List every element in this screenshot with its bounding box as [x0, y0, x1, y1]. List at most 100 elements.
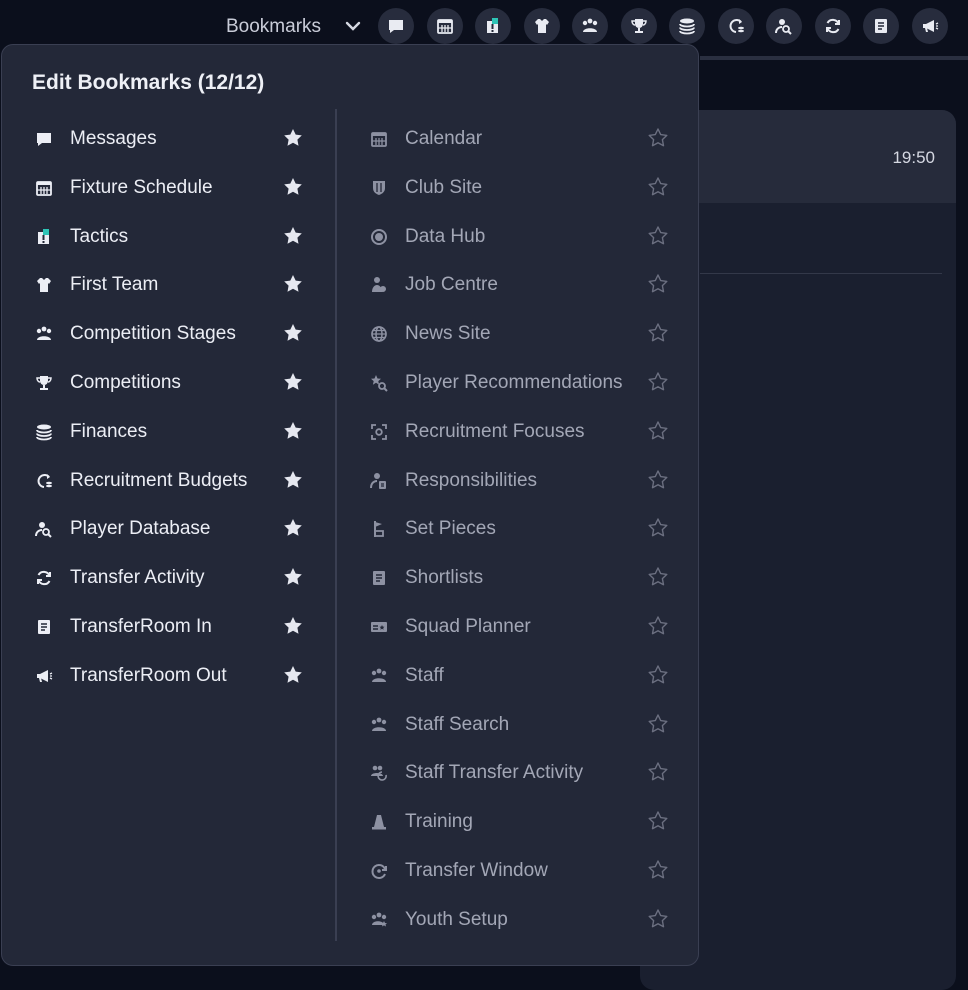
- star-filled-icon[interactable]: [282, 371, 304, 393]
- item-label: Player Database: [70, 518, 211, 540]
- toolbar-refresh-icon[interactable]: [814, 8, 851, 44]
- star-outline-icon[interactable]: [647, 322, 669, 344]
- toolbar-calendar-icon[interactable]: [426, 8, 463, 44]
- star-outline-icon[interactable]: [647, 517, 669, 539]
- competition-stages-icon: [580, 16, 600, 36]
- job-centre-icon: [369, 275, 389, 295]
- star-filled-icon[interactable]: [282, 225, 304, 247]
- item-label: Training: [405, 811, 473, 833]
- available-item-responsibilities[interactable]: Responsibilities: [369, 466, 671, 496]
- toolbar-tactics-icon[interactable]: [475, 8, 511, 44]
- set-pieces-icon: [369, 519, 389, 539]
- bookmark-item-player-database[interactable]: Player Database: [34, 514, 306, 544]
- item-label: Transfer Activity: [70, 567, 205, 589]
- available-item-recruitment-focuses[interactable]: Recruitment Focuses: [369, 417, 671, 447]
- toolbar-trophy-icon[interactable]: [620, 8, 657, 44]
- star-filled-icon[interactable]: [282, 566, 304, 588]
- available-item-data-hub[interactable]: Data Hub: [369, 222, 671, 252]
- available-item-staff-transfer-activity[interactable]: Staff Transfer Activity: [369, 758, 671, 788]
- bookmark-item-tactics[interactable]: Tactics: [34, 222, 306, 252]
- available-item-squad-planner[interactable]: Squad Planner: [369, 612, 671, 642]
- available-item-set-pieces[interactable]: Set Pieces: [369, 514, 671, 544]
- bookmark-item-competition-stages[interactable]: Competition Stages: [34, 319, 306, 349]
- player-search-icon: [34, 519, 54, 539]
- star-filled-icon[interactable]: [282, 469, 304, 491]
- star-outline-icon[interactable]: [647, 859, 669, 881]
- bookmark-item-first-team[interactable]: First Team: [34, 270, 306, 300]
- available-item-club-site[interactable]: Club Site: [369, 173, 671, 203]
- star-filled-icon[interactable]: [282, 273, 304, 295]
- available-item-youth-setup[interactable]: Youth Setup: [369, 905, 671, 935]
- star-outline-icon[interactable]: [647, 761, 669, 783]
- item-label: Player Recommendations: [405, 372, 623, 393]
- bookmark-item-transfer-activity[interactable]: Transfer Activity: [34, 563, 306, 593]
- item-label: Finances: [70, 420, 148, 442]
- star-filled-icon[interactable]: [282, 517, 304, 539]
- youth-setup-icon: [369, 910, 389, 930]
- shirt-icon: [532, 16, 552, 36]
- available-item-shortlists[interactable]: Shortlists: [369, 563, 671, 593]
- star-filled-icon[interactable]: [282, 322, 304, 344]
- item-label: Recruitment Focuses: [405, 420, 585, 442]
- item-label: TransferRoom In: [70, 616, 212, 637]
- star-outline-icon[interactable]: [647, 566, 669, 588]
- data-hub-icon: [369, 227, 389, 247]
- toolbar-player-search-icon[interactable]: [766, 8, 802, 44]
- star-search-icon: [369, 373, 389, 393]
- column-divider: [335, 109, 337, 941]
- available-item-transfer-window[interactable]: Transfer Window: [369, 856, 671, 886]
- bookmarks-label[interactable]: Bookmarks: [226, 16, 321, 38]
- bookmark-item-messages[interactable]: Messages: [34, 124, 306, 154]
- staff-search-icon: [369, 715, 389, 735]
- available-item-staff[interactable]: Staff: [369, 661, 671, 691]
- megaphone-icon: [34, 666, 54, 686]
- toolbar-competition-stages-icon[interactable]: [572, 8, 608, 44]
- bookmark-item-fixture-schedule[interactable]: Fixture Schedule: [34, 173, 306, 203]
- star-outline-icon[interactable]: [647, 273, 669, 295]
- bookmark-item-transferroom-out[interactable]: TransferRoom Out: [34, 661, 306, 691]
- star-filled-icon[interactable]: [282, 615, 304, 637]
- star-filled-icon[interactable]: [282, 127, 304, 149]
- star-outline-icon[interactable]: [647, 176, 669, 198]
- calendar-icon: [435, 16, 455, 36]
- toolbar-megaphone-icon[interactable]: [911, 8, 948, 44]
- time-label: 19:50: [892, 148, 935, 167]
- toolbar-document-icon[interactable]: [863, 8, 899, 44]
- star-outline-icon[interactable]: [647, 469, 669, 491]
- toolbar-coins-icon[interactable]: [669, 8, 705, 44]
- toolbar-shirt-icon[interactable]: [523, 8, 560, 44]
- bookmark-item-transferroom-in[interactable]: TransferRoom In: [34, 612, 306, 642]
- bookmark-item-competitions[interactable]: Competitions: [34, 368, 306, 398]
- star-filled-icon[interactable]: [282, 420, 304, 442]
- recruitment-budget-icon: [726, 16, 746, 36]
- available-item-player-recommendations[interactable]: Player Recommendations: [369, 368, 671, 398]
- star-filled-icon[interactable]: [282, 176, 304, 198]
- star-outline-icon[interactable]: [647, 664, 669, 686]
- toolbar-message-icon[interactable]: [378, 8, 414, 44]
- panel-title: Edit Bookmarks (12/12): [32, 71, 265, 94]
- available-item-staff-search[interactable]: Staff Search: [369, 710, 671, 740]
- star-outline-icon[interactable]: [647, 908, 669, 930]
- star-outline-icon[interactable]: [647, 713, 669, 735]
- item-label: First Team: [70, 274, 159, 296]
- bookmark-item-finances[interactable]: Finances: [34, 417, 306, 447]
- star-filled-icon[interactable]: [282, 664, 304, 686]
- item-label: Staff: [405, 664, 444, 686]
- edit-bookmarks-panel: Edit Bookmarks (12/12) Messages Fixture S…: [1, 44, 699, 966]
- star-outline-icon[interactable]: [647, 371, 669, 393]
- bookmark-item-recruitment-budgets[interactable]: Recruitment Budgets: [34, 466, 306, 496]
- available-item-news-site[interactable]: News Site: [369, 319, 671, 349]
- toolbar-recruitment-budget-icon[interactable]: [717, 8, 754, 44]
- chevron-down-icon[interactable]: [344, 19, 362, 33]
- star-outline-icon[interactable]: [647, 810, 669, 832]
- star-outline-icon[interactable]: [647, 127, 669, 149]
- available-item-training[interactable]: Training: [369, 807, 671, 837]
- coins-icon: [677, 16, 697, 36]
- available-item-job-centre[interactable]: Job Centre: [369, 270, 671, 300]
- star-outline-icon[interactable]: [647, 225, 669, 247]
- top-divider: [700, 56, 968, 60]
- star-outline-icon[interactable]: [647, 615, 669, 637]
- item-label: News Site: [405, 323, 491, 345]
- star-outline-icon[interactable]: [647, 420, 669, 442]
- available-item-calendar[interactable]: Calendar: [369, 124, 671, 154]
